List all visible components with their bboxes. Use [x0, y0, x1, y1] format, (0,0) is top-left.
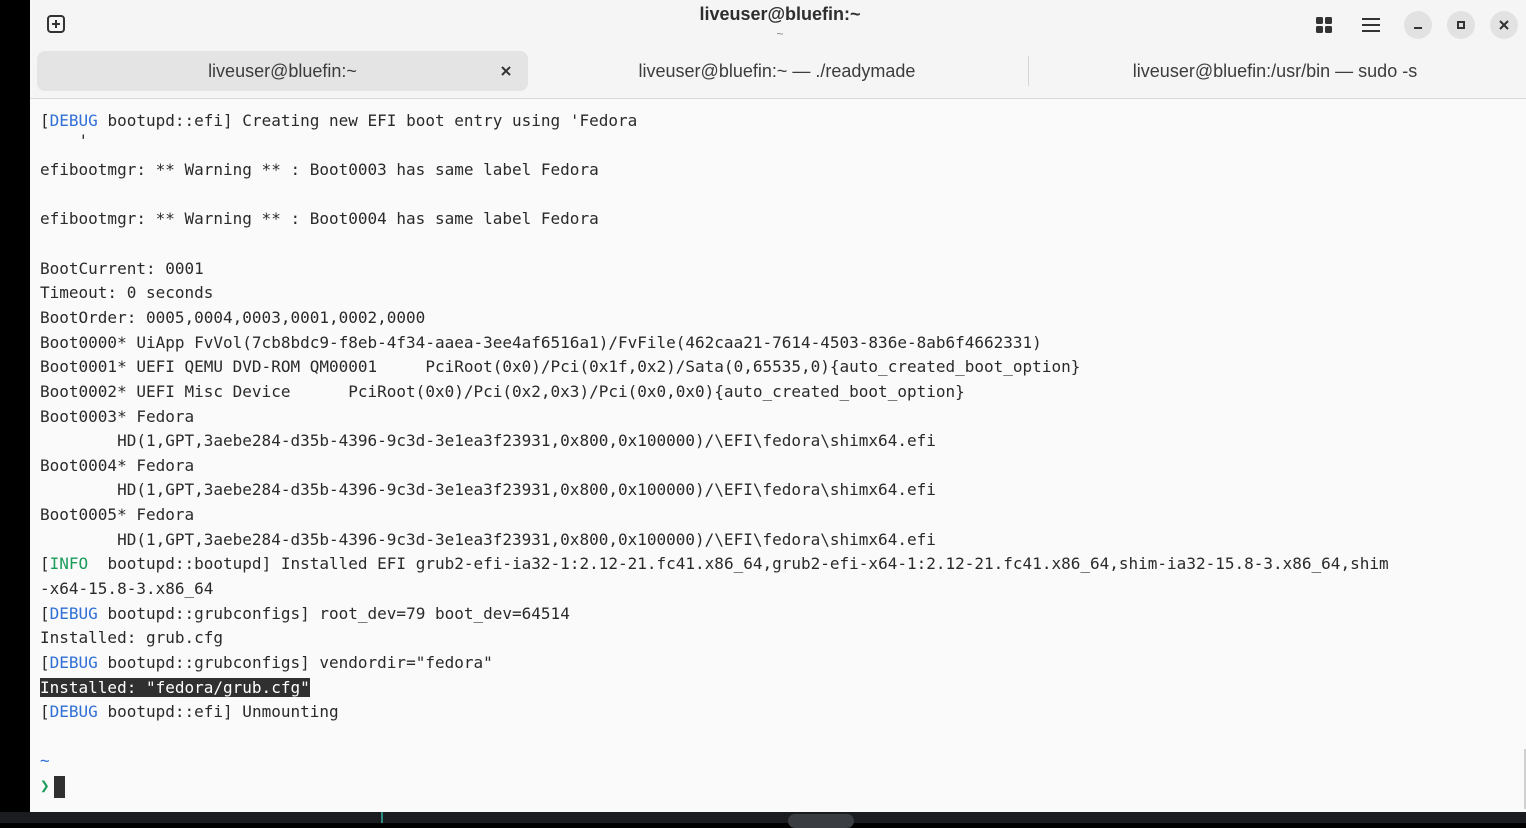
terminal-line: -x64-15.8-3.x86_64 [40, 579, 214, 598]
selected-text[interactable]: Installed: "fedora/grub.cfg" [40, 678, 310, 697]
terminal-line: Boot0004* Fedora [40, 456, 195, 475]
terminal-line: BootOrder: 0005,0004,0003,0001,0002,0000 [40, 308, 426, 327]
tab-separator [1028, 56, 1029, 86]
terminal-line: Timeout: 0 seconds [40, 283, 214, 302]
tab-close-button[interactable] [496, 61, 516, 81]
terminal-window: liveuser@bluefin:~ ~ liveuser@bluefin:~ … [30, 0, 1526, 812]
prompt-directory: ~ [40, 751, 50, 770]
hamburger-menu-icon [1362, 18, 1380, 32]
maximize-button[interactable] [1447, 11, 1475, 39]
terminal-line: HD(1,GPT,3aebe284-d35b-4396-9c3d-3e1ea3f… [40, 530, 936, 549]
terminal-line: Boot0001* UEFI QEMU DVD-ROM QM00001 PciR… [40, 357, 1081, 376]
dock-indicator [381, 812, 383, 823]
terminal-line: HD(1,GPT,3aebe284-d35b-4396-9c3d-3e1ea3f… [40, 480, 936, 499]
prompt-line[interactable]: ❯ [40, 774, 65, 798]
terminal-line: [DEBUG bootupd::grubconfigs] root_dev=79… [40, 604, 570, 623]
desktop-dock-strip [0, 812, 1526, 828]
terminal-line: [INFO bootupd::bootupd] Installed EFI gr… [40, 554, 1389, 573]
debug-tag: DEBUG [49, 702, 98, 721]
terminal-line: Installed: "fedora/grub.cfg" [40, 676, 310, 700]
maximize-icon [1457, 21, 1465, 29]
terminal-line: Installed: grub.cfg [40, 628, 224, 647]
plus-square-icon [47, 15, 65, 33]
terminal-line: Boot0002* UEFI Misc Device PciRoot(0x0)/… [40, 382, 965, 401]
window-title: liveuser@bluefin:~ [699, 4, 861, 24]
terminal-output[interactable]: [DEBUG bootupd::efi] Creating new EFI bo… [30, 99, 1526, 812]
debug-tag: DEBUG [49, 604, 98, 623]
header-bar: liveuser@bluefin:~ ~ liveuser@bluefin:~ … [30, 0, 1526, 99]
terminal-line: [DEBUG bootupd::grubconfigs] vendordir="… [40, 653, 493, 672]
debug-tag: DEBUG [49, 111, 98, 130]
text-cursor [53, 775, 65, 798]
tab-readymade[interactable]: liveuser@bluefin:~ — ./readymade [532, 51, 1022, 91]
tab-usr-bin-sudo[interactable]: liveuser@bluefin:/usr/bin — sudo -s [1030, 51, 1520, 91]
main-menu-button[interactable] [1358, 12, 1384, 38]
dock-handle[interactable] [788, 814, 854, 828]
new-tab-button[interactable] [45, 13, 67, 35]
terminal-line: BootCurrent: 0001 [40, 259, 204, 278]
close-window-button[interactable] [1490, 11, 1518, 39]
tab-overview-button[interactable] [1311, 12, 1337, 38]
terminal-line: Boot0000* UiApp FvVol(7cb8bdc9-f8eb-4f34… [40, 333, 1042, 352]
terminal-line: HD(1,GPT,3aebe284-d35b-4396-9c3d-3e1ea3f… [40, 431, 936, 450]
terminal-line: efibootmgr: ** Warning ** : Boot0004 has… [40, 209, 599, 228]
terminal-line: [DEBUG bootupd::efi] Unmounting [40, 702, 339, 721]
info-tag: INFO [49, 554, 89, 573]
tab-liveuser-home[interactable]: liveuser@bluefin:~ [37, 51, 528, 91]
minimize-icon [1414, 27, 1422, 29]
terminal-line: Boot0003* Fedora [40, 407, 195, 426]
grid-icon [1316, 17, 1332, 33]
terminal-line: [DEBUG bootupd::efi] Creating new EFI bo… [40, 111, 638, 130]
tab-label: liveuser@bluefin:~ — ./readymade [638, 60, 916, 81]
tab-label: liveuser@bluefin:/usr/bin — sudo -s [1132, 60, 1418, 81]
terminal-line: efibootmgr: ** Warning ** : Boot0003 has… [40, 160, 599, 179]
terminal-line: ' [40, 131, 89, 150]
window-subtitle: ~ [776, 27, 784, 41]
tab-label: liveuser@bluefin:~ [208, 60, 357, 81]
debug-tag: DEBUG [49, 653, 98, 672]
close-icon [1499, 20, 1509, 30]
close-icon [501, 66, 511, 76]
prompt-symbol: ❯ [40, 776, 50, 795]
minimize-button[interactable] [1404, 11, 1432, 39]
terminal-line: Boot0005* Fedora [40, 505, 195, 524]
